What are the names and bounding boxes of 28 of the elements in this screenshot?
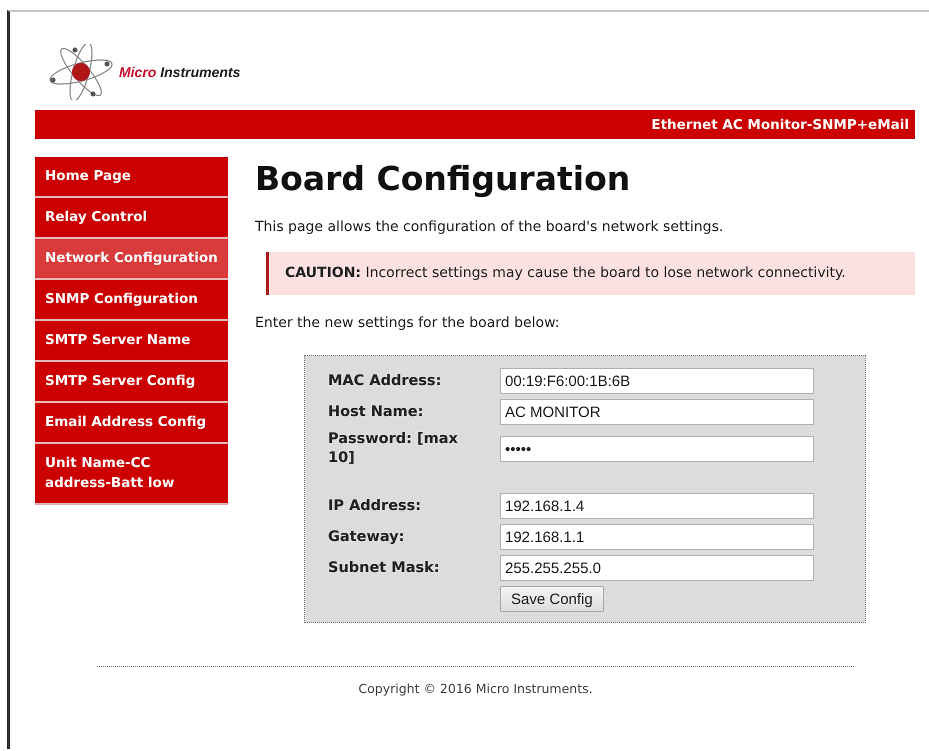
- field-label: Gateway:: [328, 528, 406, 546]
- input-field[interactable]: AC MONITOR: [500, 399, 814, 425]
- field-label: Password: [max 10]: [328, 430, 459, 468]
- sidebar-item[interactable]: Network Configuration: [35, 239, 228, 280]
- caution-message: CAUTION: Incorrect settings may cause the board to lose network connectivity.: [266, 252, 915, 295]
- sidebar-item[interactable]: SMTP Server Config: [35, 362, 228, 403]
- copyright-text: Copyright © 2016 Micro Instruments.: [358, 681, 593, 696]
- instructions-text: Enter the new settings for the board below:: [255, 315, 560, 331]
- input-field[interactable]: 192.168.1.4: [500, 493, 814, 519]
- sidebar-item[interactable]: Email Address Config: [35, 403, 228, 444]
- intro-text: This page allows the configuration of the board's network settings.: [255, 219, 724, 235]
- banner-title: Ethernet AC Monitor-SNMP+eMail: [651, 116, 909, 132]
- save-button[interactable]: Save Config: [500, 586, 604, 612]
- field-label: MAC Address:: [328, 372, 442, 390]
- input-field[interactable]: 255.255.255.0: [500, 555, 814, 581]
- sidebar-item[interactable]: SMTP Server Name: [35, 321, 228, 362]
- brand-name: Micro Instruments: [119, 64, 240, 80]
- field-label: IP Address:: [328, 496, 422, 516]
- password-field[interactable]: •••••: [500, 436, 814, 462]
- field-label: Subnet Mask:: [328, 558, 441, 578]
- sidebar-item[interactable]: SNMP Configuration: [35, 280, 228, 321]
- sidebar-item[interactable]: Relay Control: [35, 198, 228, 239]
- sidebar-item[interactable]: Home Page: [35, 157, 228, 198]
- input-field[interactable]: 192.168.1.1: [500, 524, 814, 550]
- page-title: Board Configuration: [255, 158, 632, 200]
- sidebar-item[interactable]: Unit Name-CC address-Batt low: [35, 444, 228, 505]
- input-field[interactable]: 00:19:F6:00:1B:6B: [500, 368, 814, 394]
- field-label: Host Name:: [328, 402, 424, 422]
